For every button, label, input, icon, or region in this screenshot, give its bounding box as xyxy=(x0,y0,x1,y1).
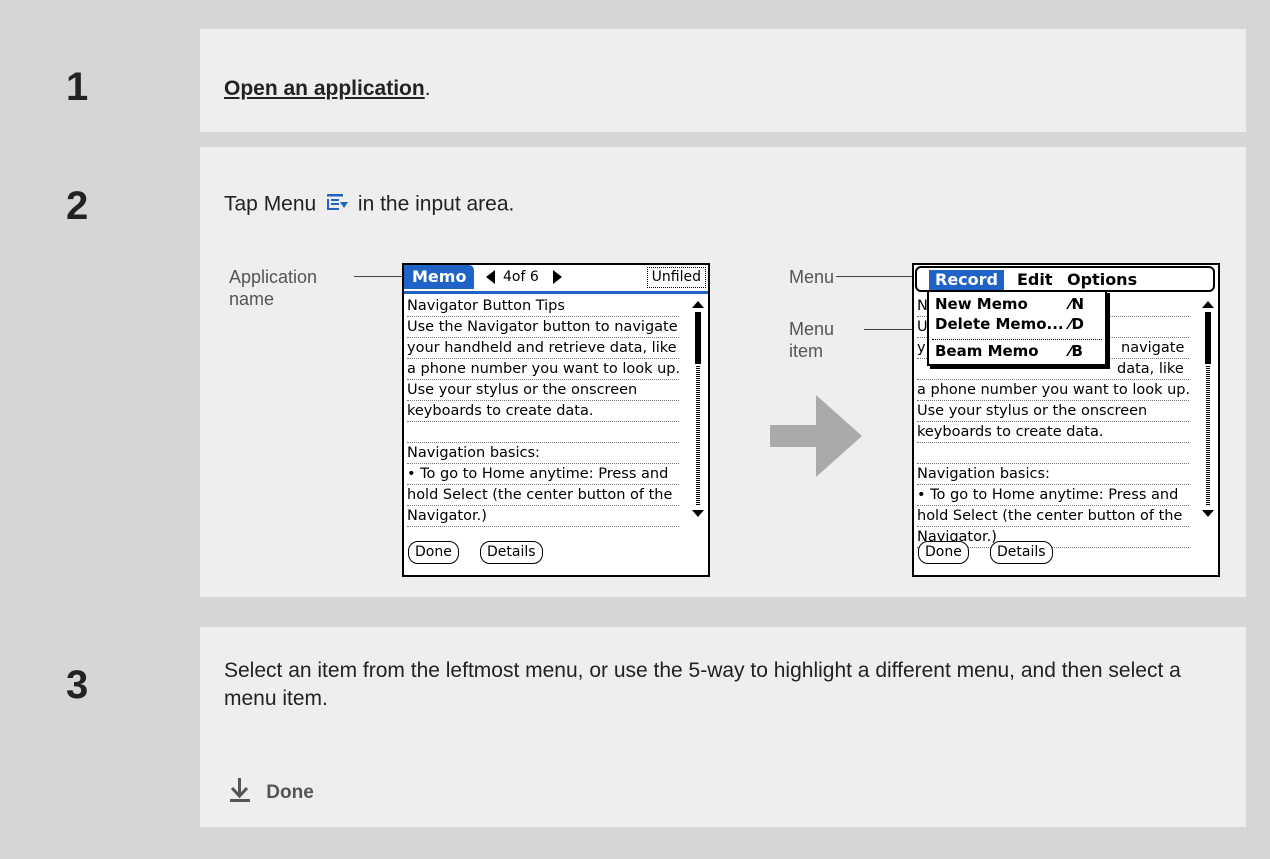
memo-line: keyboards to create data. xyxy=(407,401,679,422)
memo-line: your handheld and retrieve data, like xyxy=(407,338,679,359)
scroll-up-icon[interactable] xyxy=(692,301,704,308)
step-3-panel: Select an item from the leftmost menu, o… xyxy=(200,627,1246,827)
step-2-text: Tap Menu in the input area. xyxy=(224,192,514,218)
memo-line: Navigator.) xyxy=(407,506,679,527)
details-button[interactable]: Details xyxy=(990,541,1053,564)
step-2-number: 2 xyxy=(0,147,200,597)
right-arrow-icon xyxy=(770,395,862,482)
menu-item-new-memo[interactable]: New Memo xyxy=(935,294,1028,314)
prev-record-icon[interactable] xyxy=(486,270,495,284)
menu-edit[interactable]: Edit xyxy=(1017,270,1053,290)
menu-item-delete-memo[interactable]: Delete Memo... xyxy=(935,314,1064,334)
shortcut-b: ⁄B xyxy=(1069,342,1083,360)
memo-line: a phone number you want to look up. xyxy=(407,359,680,380)
scroll-down-icon[interactable] xyxy=(1202,510,1214,517)
memo-line: Navigation basics: xyxy=(917,464,1189,485)
menu-options[interactable]: Options xyxy=(1067,270,1137,290)
memo-line: keyboards to create data. xyxy=(917,422,1189,443)
menu-callout: Menu xyxy=(789,267,835,287)
details-button[interactable]: Details xyxy=(480,541,543,564)
record-menu-dropdown: New Memo ⁄N Delete Memo... ⁄D Beam Memo … xyxy=(927,290,1107,366)
step-3-number: 3 xyxy=(0,627,200,827)
memo-line xyxy=(917,443,1189,464)
callout-line xyxy=(354,276,402,277)
scroll-thumb[interactable] xyxy=(1205,312,1211,364)
memo-screen: Memo 4of 6 Unfiled Navigator Button Tips… xyxy=(402,263,710,577)
next-record-icon[interactable] xyxy=(552,270,562,284)
step-1-number: 1 xyxy=(0,29,200,132)
memo-line: • To go to Home anytime: Press and xyxy=(407,464,679,485)
memo-line: Use your stylus or the onscreen xyxy=(407,380,679,401)
memo-line: hold Select (the center button of the xyxy=(407,485,679,506)
memo-line: Navigator Button Tips xyxy=(407,296,679,317)
memo-line: a phone number you want to look up. xyxy=(917,380,1190,401)
shortcut-d: ⁄D xyxy=(1069,315,1084,333)
scroll-track[interactable] xyxy=(1206,365,1210,505)
application-name-callout: Application name xyxy=(229,267,318,309)
memo-line: Navigation basics: xyxy=(407,443,679,464)
menu-separator xyxy=(932,339,1102,340)
memo-line: Use your stylus or the onscreen xyxy=(917,401,1189,422)
memo-line xyxy=(407,422,679,443)
memo-line: Use the Navigator button to navigate xyxy=(407,317,679,338)
scroll-down-icon[interactable] xyxy=(692,510,704,517)
scroll-thumb[interactable] xyxy=(695,312,701,364)
done-button[interactable]: Done xyxy=(408,541,459,564)
shortcut-n: ⁄N xyxy=(1069,295,1085,313)
app-name-tab[interactable]: Memo xyxy=(404,265,475,289)
scroll-up-icon[interactable] xyxy=(1202,301,1214,308)
memo-line: hold Select (the center button of the xyxy=(917,506,1189,527)
open-application-link[interactable]: Open an application xyxy=(224,77,425,100)
menu-record[interactable]: Record xyxy=(929,270,1004,290)
category-picker[interactable]: Unfiled xyxy=(646,267,706,288)
menu-icon xyxy=(326,192,349,218)
scroll-track[interactable] xyxy=(696,365,700,505)
memo-text[interactable]: Navigator Button Tips Use the Navigator … xyxy=(407,296,680,527)
step-1-panel: Open an application. xyxy=(200,29,1246,132)
done-marker: Done xyxy=(229,777,314,809)
down-arrow-icon xyxy=(229,777,251,809)
callout-line xyxy=(836,276,916,277)
menu-bar: Record Edit Options xyxy=(915,266,1215,292)
menu-item-beam-memo[interactable]: Beam Memo xyxy=(935,341,1039,361)
record-pager: 4of 6 xyxy=(486,265,562,289)
step-3-text: Select an item from the leftmost menu, o… xyxy=(224,659,1181,710)
done-button[interactable]: Done xyxy=(918,541,969,564)
step-1-text: Open an application. xyxy=(224,77,431,100)
scrollbar[interactable] xyxy=(692,301,704,517)
title-bar: Memo 4of 6 Unfiled xyxy=(404,265,708,294)
menu-item-callout: Menu item xyxy=(789,319,835,361)
memo-screen-menu: Record Edit Options New Memo ⁄N Delete M… xyxy=(912,263,1220,577)
memo-line: • To go to Home anytime: Press and xyxy=(917,485,1189,506)
scrollbar[interactable] xyxy=(1202,301,1214,517)
